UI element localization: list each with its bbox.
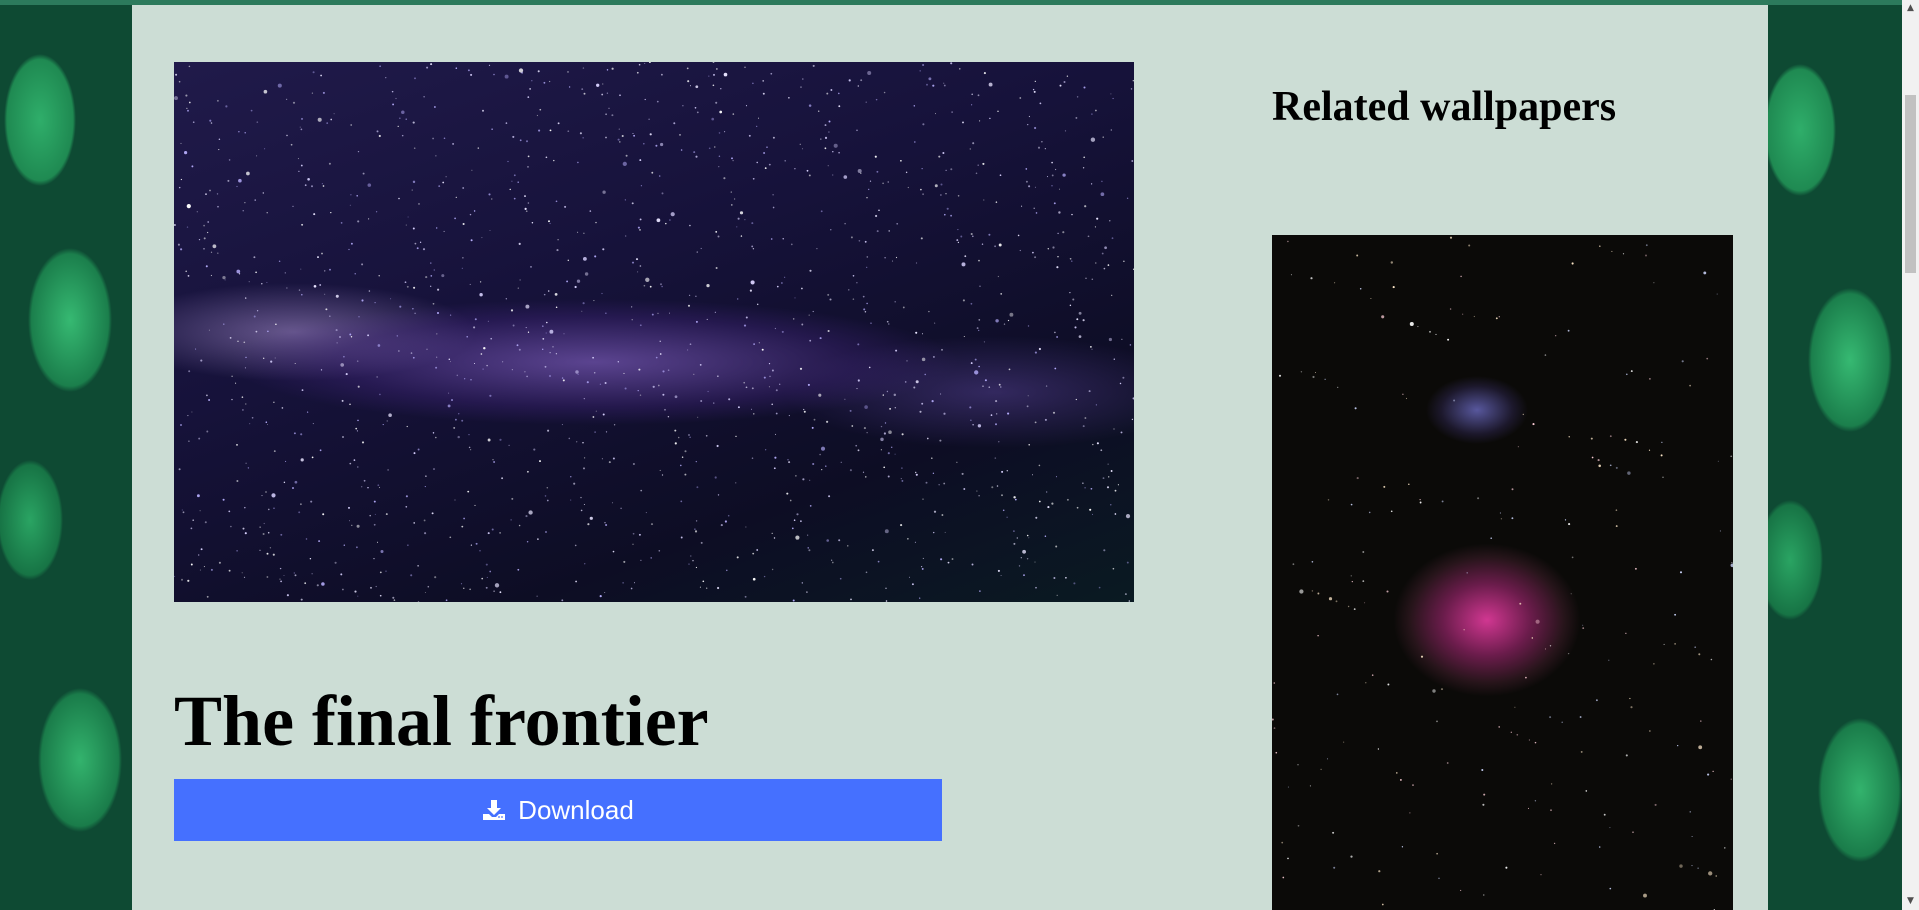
wallpaper-preview-image[interactable] <box>174 62 1134 602</box>
download-label: Download <box>518 794 634 825</box>
scrollbar-thumb[interactable] <box>1905 95 1916 273</box>
scroll-up-arrow-icon[interactable]: ▲ <box>1902 0 1919 17</box>
scroll-down-arrow-icon[interactable]: ▼ <box>1902 893 1919 910</box>
related-wallpaper-thumbnail[interactable] <box>1272 235 1733 910</box>
related-wallpapers-heading: Related wallpapers <box>1272 84 1617 130</box>
wallpaper-title: The final frontier <box>174 681 709 761</box>
page-content: The final frontier Download Related wall… <box>132 5 1768 910</box>
starfield <box>174 62 1134 602</box>
vertical-scrollbar[interactable]: ▲ ▼ <box>1902 0 1919 910</box>
download-button[interactable]: Download <box>174 779 942 841</box>
download-icon <box>482 798 506 822</box>
nebula-starfield <box>1272 236 1733 910</box>
